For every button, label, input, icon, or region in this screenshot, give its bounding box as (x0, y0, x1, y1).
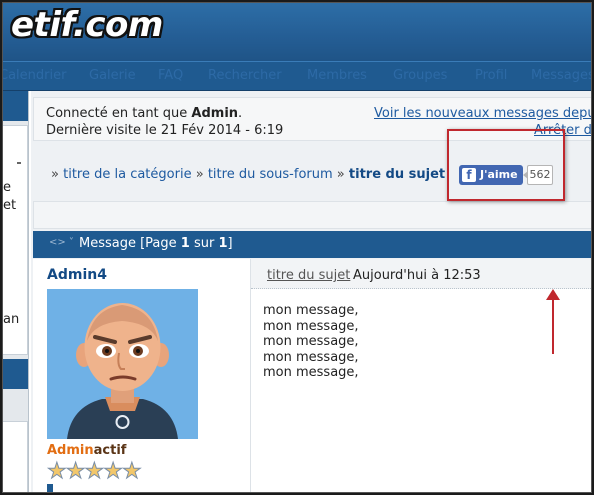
post-header-title: Message [Page 1 sur 1] (79, 236, 233, 251)
post-meta: titre du sujet Aujourd'hui à 12:53 (251, 259, 591, 289)
profile-bar-icon (47, 484, 53, 492)
sidebar-text: et (3, 198, 17, 213)
rank-stars: ★★★★★ (47, 459, 143, 485)
sidebar-text: an (3, 312, 20, 327)
author-panel: Admin4 Adminactif ★★★★★ (33, 259, 251, 492)
breadcrumb: » titre de la catégorie » titre du sous-… (51, 167, 445, 182)
main-content: Connecté en tant que Admin. Dernière vis… (31, 91, 591, 492)
star-icon: ★ (121, 459, 142, 485)
connected-suffix: . (238, 106, 243, 121)
site-logo[interactable]: etif.com (11, 5, 163, 45)
sidebar-block: e et an (3, 125, 28, 355)
avatar-image (47, 289, 198, 439)
star-icon: ★ (47, 459, 68, 485)
rank-admin: Admin (47, 443, 94, 458)
connected-label: Connecté en tant que (46, 106, 192, 121)
total-pages: 1 (218, 236, 228, 251)
post-header-bar: <> ˅ Message [Page 1 sur 1] (33, 231, 591, 258)
sidebar-block (3, 421, 28, 492)
connected-as: Connecté en tant que Admin. (46, 106, 242, 121)
nav-item-rechercher[interactable]: Rechercher (208, 68, 282, 83)
page-middle: sur (189, 236, 219, 251)
page-suffix: ] (227, 236, 233, 251)
last-visit: Dernière visite le 21 Fév 2014 - 6:19 (46, 123, 284, 138)
nav-item-faq[interactable]: FAQ (158, 68, 183, 83)
nav-item-groupes[interactable]: Groupes (393, 68, 447, 83)
browser-frame: etif.com Calendrier Galerie FAQ Recherch… (2, 2, 592, 493)
star-icon: ★ (65, 459, 86, 485)
toolbar-strip (33, 201, 591, 229)
breadcrumb-subforum[interactable]: titre du sous-forum (208, 167, 333, 182)
site-header: etif.com (3, 3, 591, 61)
nav-item-calendrier[interactable]: Calendrier (3, 68, 66, 83)
nav-item-galerie[interactable]: Galerie (89, 68, 136, 83)
avatar[interactable] (47, 289, 198, 439)
nav-item-messages[interactable]: Messages (531, 68, 591, 83)
post-date: Aujourd'hui à 12:53 (353, 268, 481, 283)
breadcrumb-topic[interactable]: titre du sujet (349, 167, 445, 182)
nav-item-profil[interactable]: Profil (475, 68, 507, 83)
like-highlight-box (447, 129, 565, 201)
post-panel: titre du sujet Aujourd'hui à 12:53 mon m… (251, 259, 591, 492)
post-title-link[interactable]: titre du sujet (267, 268, 350, 283)
prev-next-arrows-icon[interactable]: <> ˅ (49, 237, 74, 248)
main-nav: Calendrier Galerie FAQ Rechercher Membre… (3, 61, 591, 91)
breadcrumb-separator: » (336, 167, 345, 182)
breadcrumb-separator: » (195, 167, 204, 182)
author-name[interactable]: Admin4 (47, 267, 107, 283)
breadcrumb-separator: » (51, 167, 59, 182)
post-line: mon message, (263, 303, 359, 318)
left-sidebar: e et an (3, 91, 29, 492)
star-icon: ★ (84, 459, 105, 485)
sidebar-tick (17, 162, 21, 164)
star-icon: ★ (103, 459, 124, 485)
sidebar-header-bar (3, 91, 28, 121)
post-line: mon message, (263, 334, 359, 350)
post-line: mon message, (263, 365, 359, 381)
rank-status: actif (93, 443, 127, 458)
new-messages-link[interactable]: Voir les nouveaux messages depuis (374, 106, 591, 121)
current-page: 1 (180, 236, 190, 251)
post-line: mon message, (263, 349, 359, 365)
post-body: mon message, mon message, mon message, m… (263, 303, 359, 381)
page-prefix: Message [Page (79, 236, 181, 251)
author-rank: Adminactif (47, 443, 126, 458)
nav-item-membres[interactable]: Membres (307, 68, 367, 83)
breadcrumb-category[interactable]: titre de la catégorie (63, 167, 191, 182)
username: Admin (191, 106, 239, 121)
annotation-arrow (552, 296, 554, 354)
sidebar-header-bar (3, 359, 28, 389)
sidebar-text: e (3, 180, 11, 195)
post-line: mon message, (263, 318, 359, 334)
